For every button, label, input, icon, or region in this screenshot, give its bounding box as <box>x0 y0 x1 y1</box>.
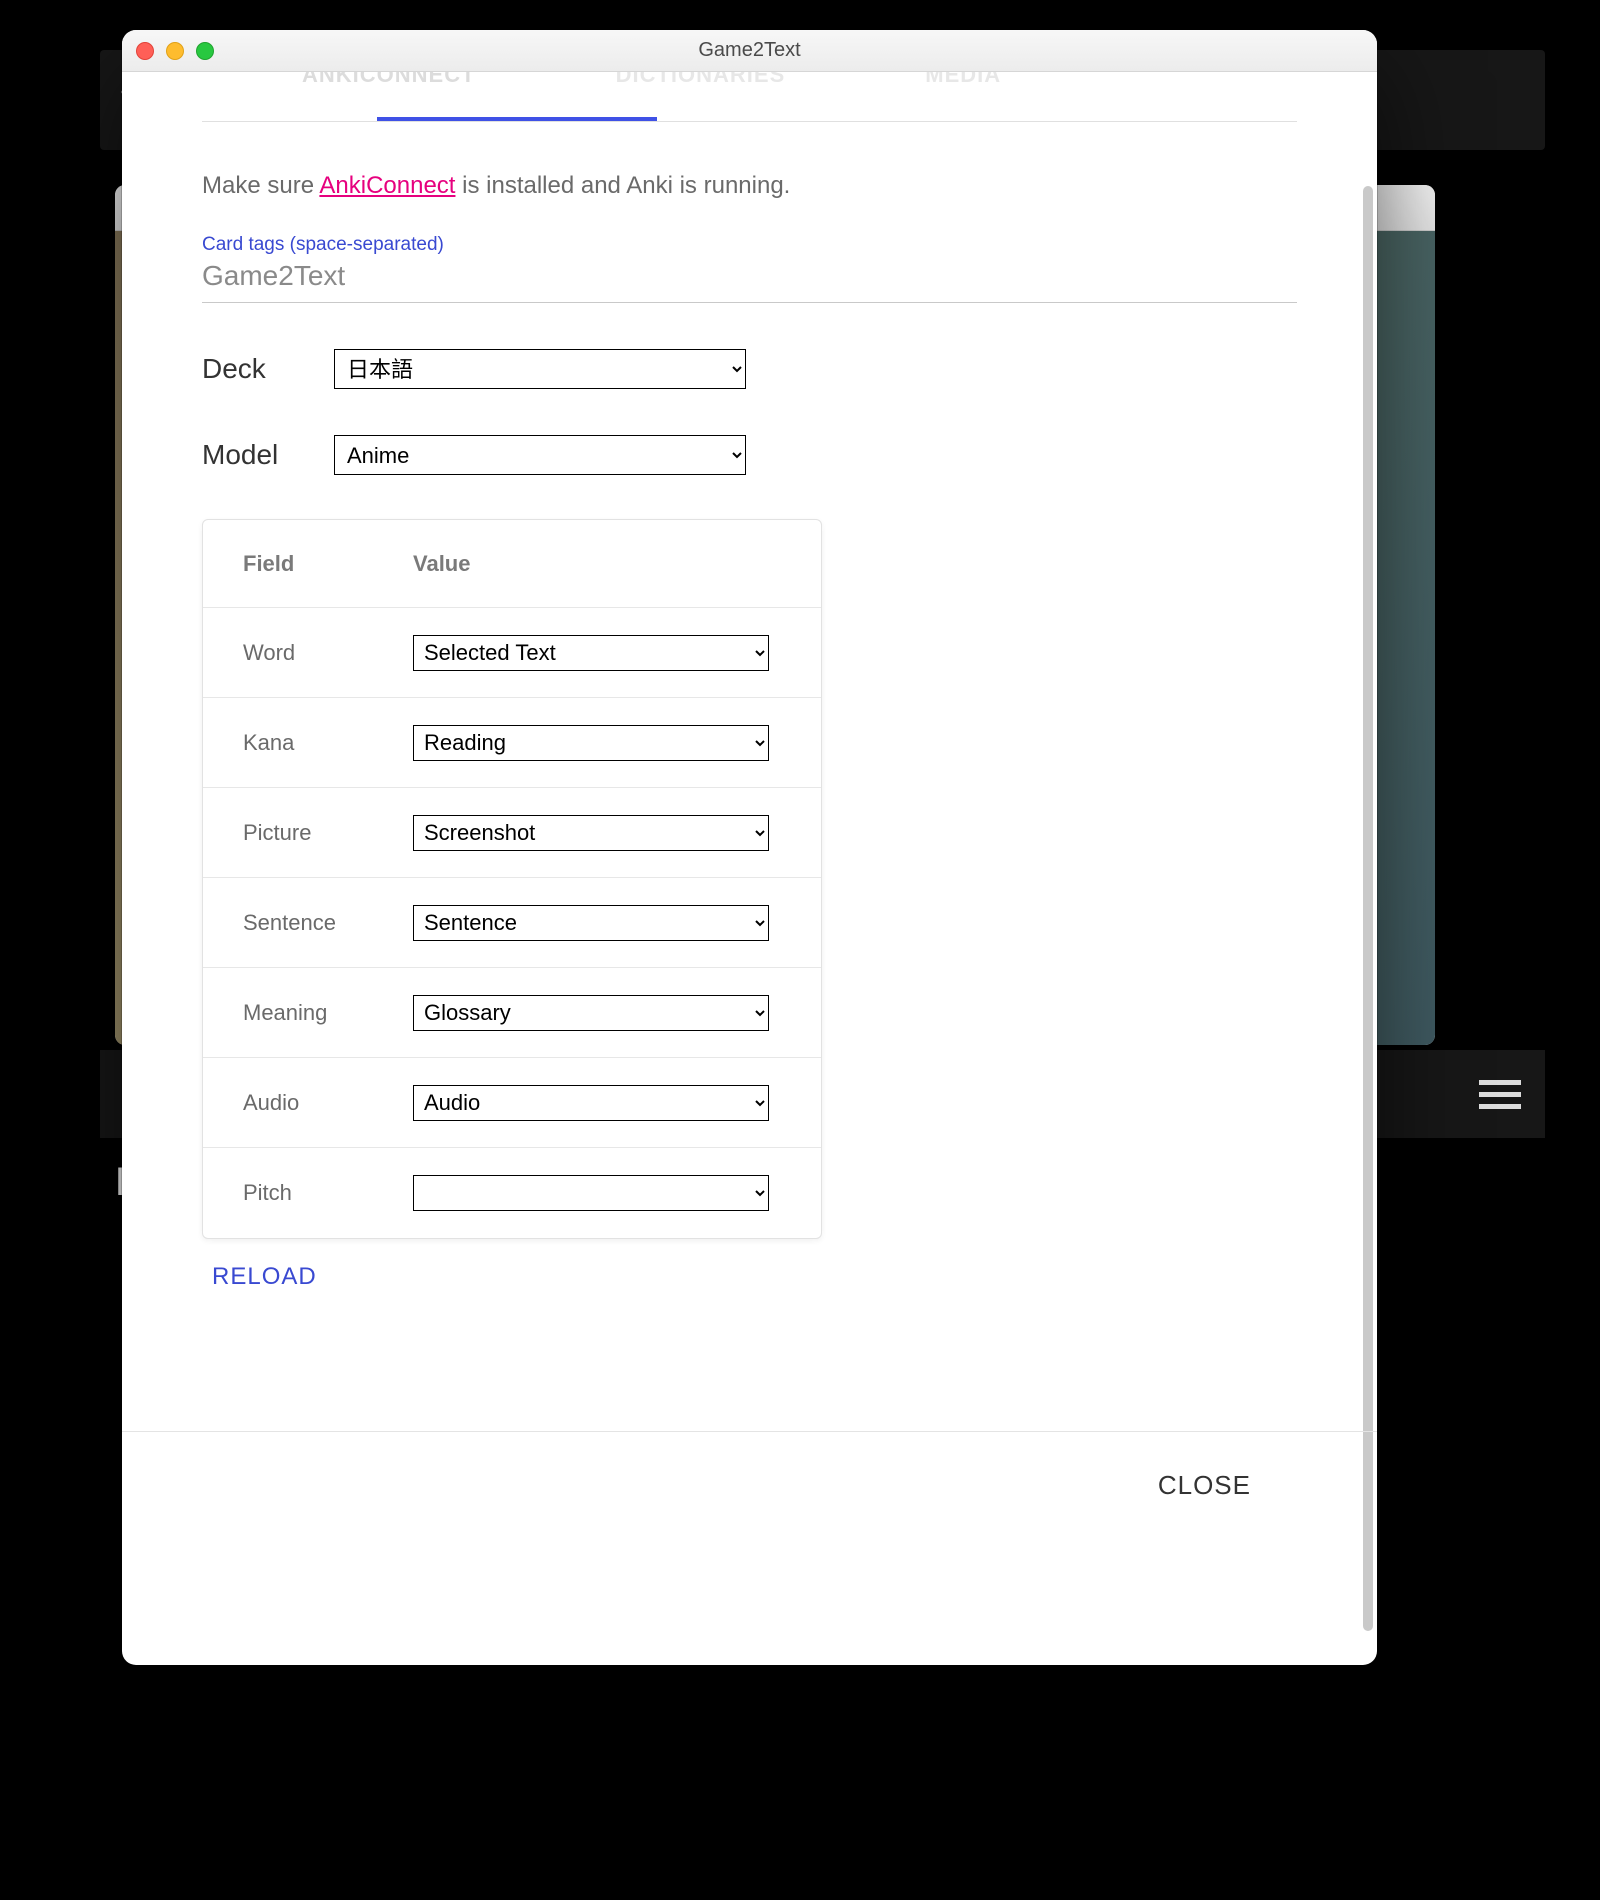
close-button[interactable]: CLOSE <box>1158 1470 1251 1501</box>
field-value-cell: Screenshot <box>413 815 781 851</box>
model-select[interactable]: Anime <box>334 435 746 475</box>
window-minimize-icon[interactable] <box>166 42 184 60</box>
ankiconnect-link[interactable]: AnkiConnect <box>319 172 455 199</box>
table-row: AudioAudio <box>203 1058 821 1148</box>
hint-suffix: is installed and Anki is running. <box>455 172 790 199</box>
field-name: Sentence <box>243 910 413 936</box>
field-value-table: Field Value WordSelected TextKanaReading… <box>202 519 822 1239</box>
tab-media[interactable]: MEDIA <box>915 72 1011 99</box>
model-label: Model <box>202 439 296 471</box>
field-name: Picture <box>243 820 413 846</box>
table-row: MeaningGlossary <box>203 968 821 1058</box>
field-name: Pitch <box>243 1180 413 1206</box>
field-value-select[interactable]: Sentence <box>413 905 769 941</box>
field-value-select[interactable]: Screenshot <box>413 815 769 851</box>
field-value-select[interactable]: Glossary <box>413 995 769 1031</box>
table-row: SentenceSentence <box>203 878 821 968</box>
field-value-select[interactable]: Audio <box>413 1085 769 1121</box>
field-value-select[interactable]: Selected Text <box>413 635 769 671</box>
window-title: Game2Text <box>122 39 1377 62</box>
field-name: Kana <box>243 730 413 756</box>
table-row: PictureScreenshot <box>203 788 821 878</box>
table-row: Pitch <box>203 1148 821 1238</box>
tab-ankiconnect[interactable]: ANKICONNECT <box>292 72 486 99</box>
deck-label: Deck <box>202 353 296 385</box>
field-value-select[interactable]: Reading <box>413 725 769 761</box>
settings-scroll-area[interactable]: ANKICONNECT DICTIONARIES MEDIA Make sure… <box>122 72 1377 1665</box>
header-field: Field <box>243 551 413 577</box>
table-header: Field Value <box>203 520 821 608</box>
deck-select[interactable]: 日本語 <box>334 349 746 389</box>
header-value: Value <box>413 551 781 577</box>
tab-underline <box>377 117 657 121</box>
tabs: ANKICONNECT DICTIONARIES MEDIA <box>202 72 1297 122</box>
table-row: WordSelected Text <box>203 608 821 698</box>
field-value-cell: Selected Text <box>413 635 781 671</box>
field-name: Audio <box>243 1090 413 1116</box>
field-value-cell: Reading <box>413 725 781 761</box>
card-tags-label: Card tags (space-separated) <box>202 234 1297 256</box>
titlebar[interactable]: Game2Text <box>122 30 1377 72</box>
tab-dictionaries[interactable]: DICTIONARIES <box>606 72 796 99</box>
ankiconnect-hint: Make sure AnkiConnect is installed and A… <box>202 172 1297 200</box>
table-row: KanaReading <box>203 698 821 788</box>
field-name: Meaning <box>243 1000 413 1026</box>
field-value-cell: Audio <box>413 1085 781 1121</box>
field-name: Word <box>243 640 413 666</box>
window-zoom-icon[interactable] <box>196 42 214 60</box>
card-tags-input[interactable] <box>202 256 1297 303</box>
settings-window: Game2Text ANKICONNECT DICTIONARIES MEDIA… <box>122 30 1377 1665</box>
field-value-cell: Sentence <box>413 905 781 941</box>
hamburger-icon[interactable] <box>1479 1080 1521 1109</box>
field-value-cell <box>413 1175 781 1211</box>
field-value-cell: Glossary <box>413 995 781 1031</box>
reload-button[interactable]: RELOAD <box>212 1263 317 1291</box>
hint-prefix: Make sure <box>202 172 319 199</box>
field-value-select[interactable] <box>413 1175 769 1211</box>
window-close-icon[interactable] <box>136 42 154 60</box>
